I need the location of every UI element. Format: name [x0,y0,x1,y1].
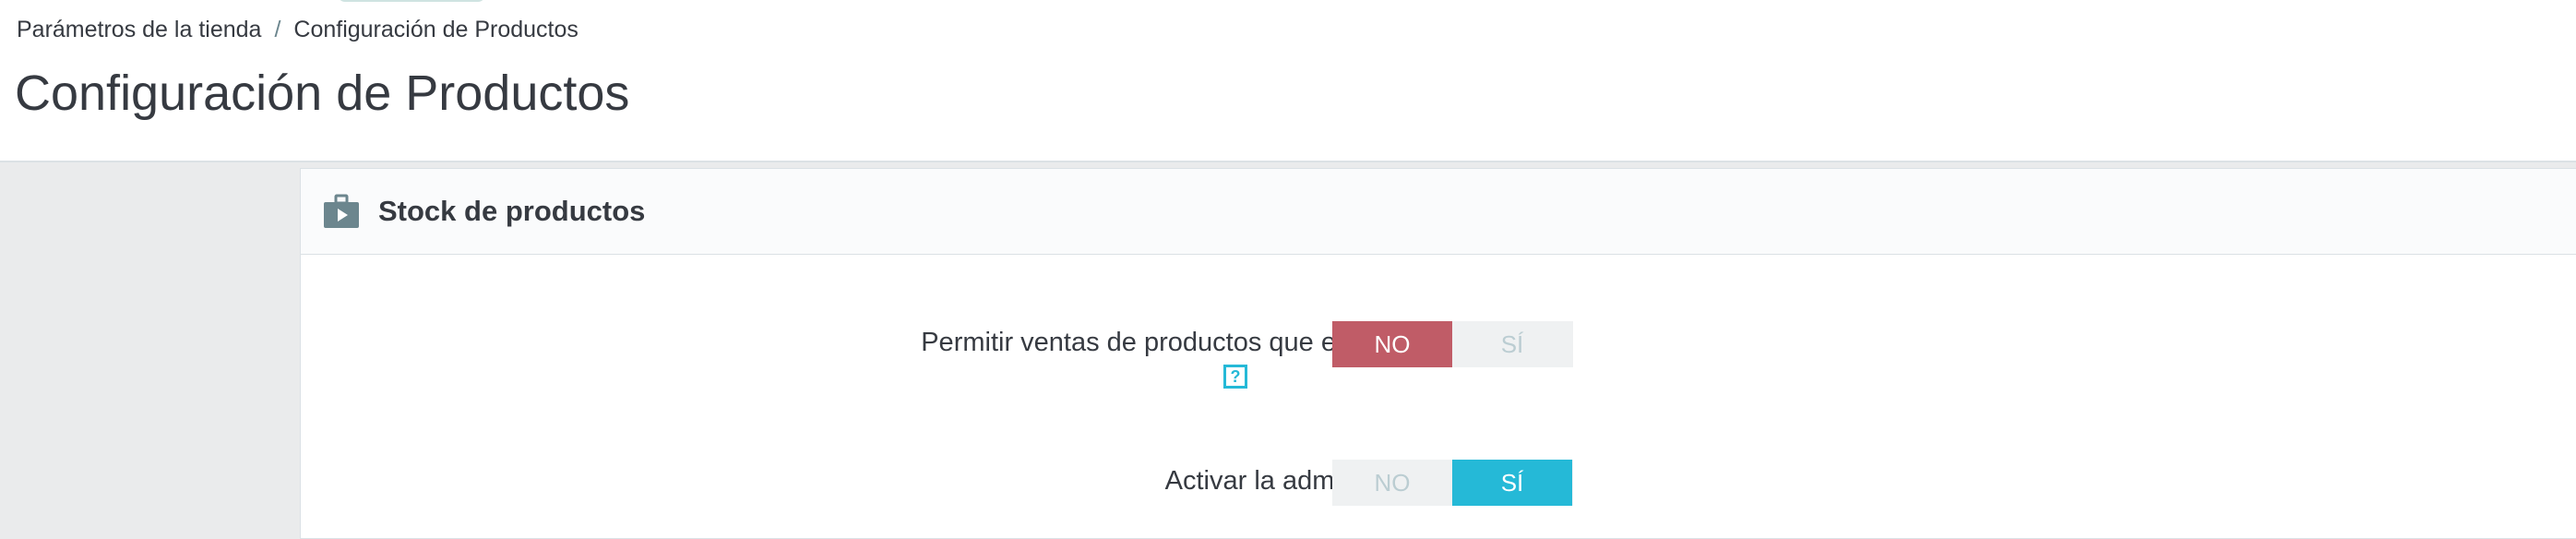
stock-management-switch[interactable]: NO SÍ [1332,460,1573,506]
breadcrumb-item-shop-parameters[interactable]: Parámetros de la tienda [17,17,261,43]
top-tab-indicator [338,0,485,2]
breadcrumb-item-product-settings: Configuración de Productos [293,17,578,42]
allow-out-of-stock-switch[interactable]: NO SÍ [1332,321,1573,367]
stock-panel: Stock de productos Permitir ventas de pr… [300,168,2576,539]
breadcrumb-separator: / [274,17,281,42]
switch-option-no[interactable]: NO [1332,321,1452,367]
briefcase-icon [323,193,360,230]
page-title: Configuración de Productos [15,66,630,121]
help-icon[interactable]: ? [1223,365,1247,389]
panel-header: Stock de productos [301,169,2576,255]
switch-option-yes[interactable]: SÍ [1452,321,1572,367]
switch-option-no[interactable]: NO [1332,460,1452,506]
page-header: Parámetros de la tienda / Configuración … [0,0,2576,162]
switch-option-yes[interactable]: SÍ [1452,460,1572,506]
breadcrumb: Parámetros de la tienda / Configuración … [17,17,578,43]
panel-title: Stock de productos [378,195,646,227]
